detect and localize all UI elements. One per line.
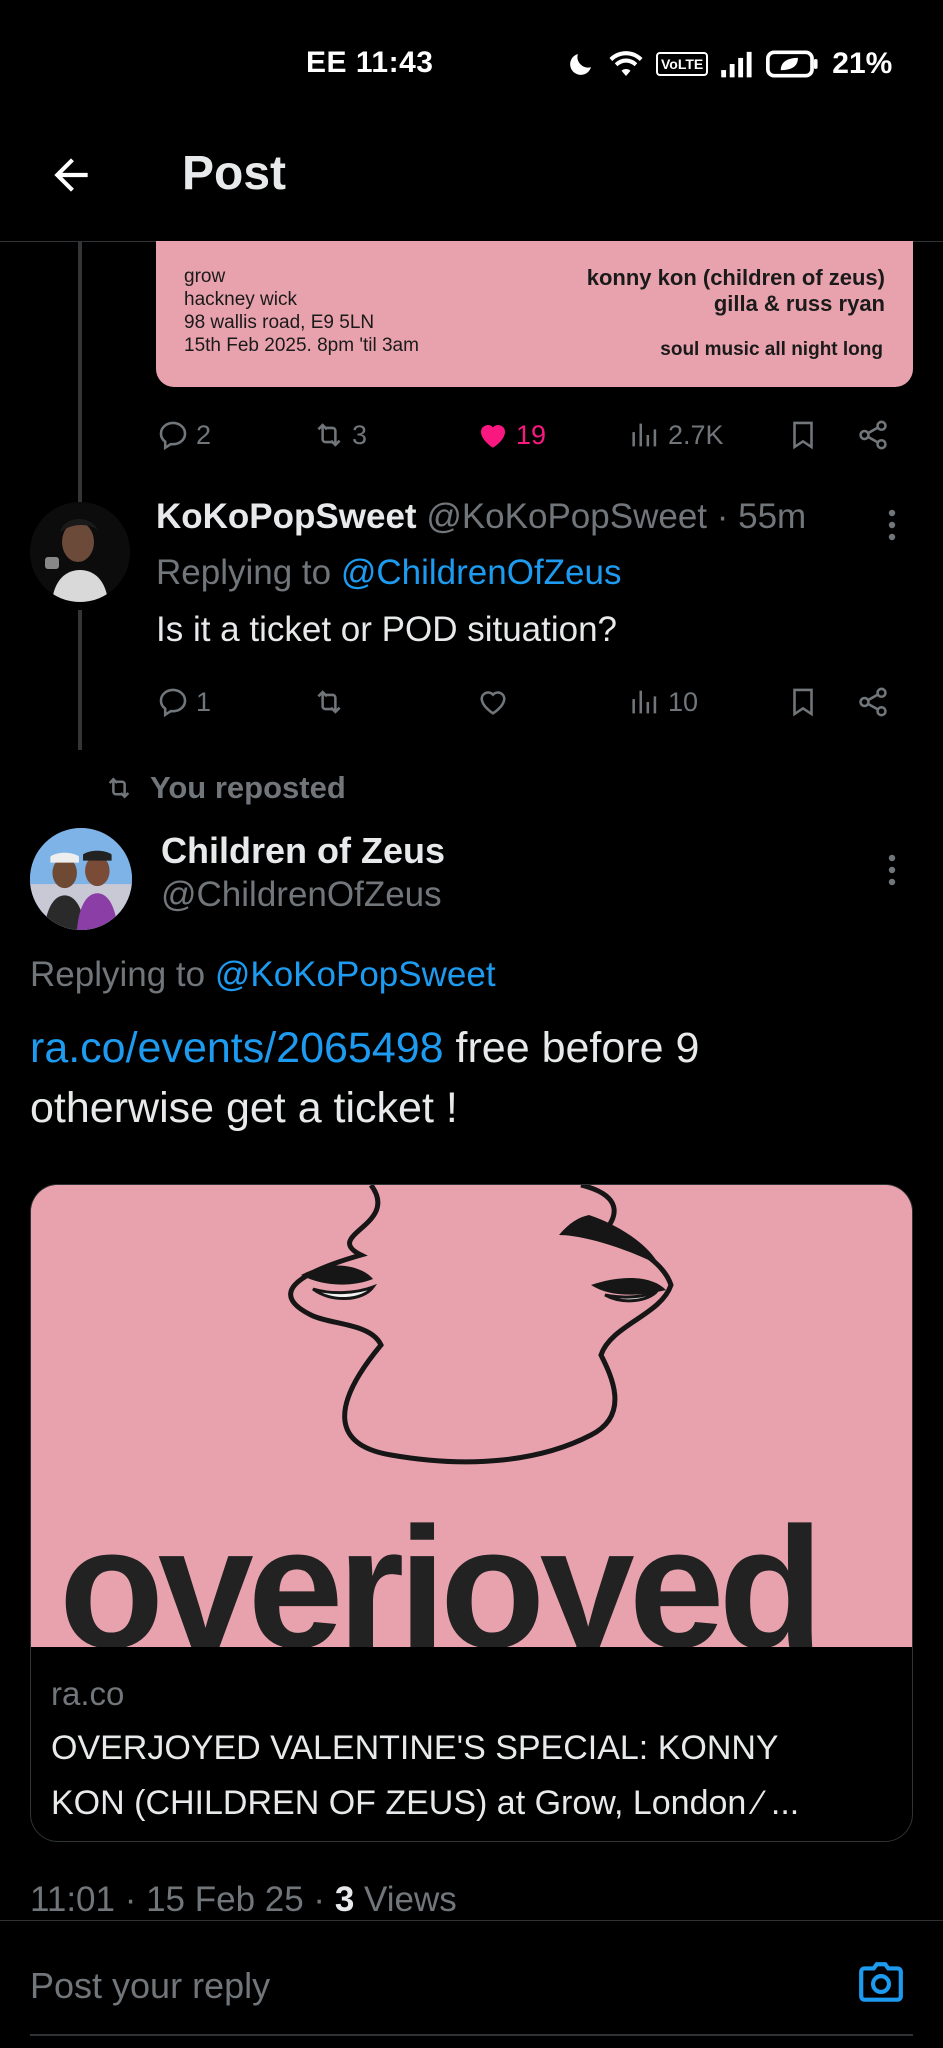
mention-link[interactable]: @ChildrenOfZeus [341, 553, 622, 592]
reply-button[interactable]: 1 [156, 685, 211, 719]
bookmark-icon [786, 418, 820, 452]
reply-button[interactable]: 2 [156, 418, 211, 452]
mention-link[interactable]: @KoKoPopSweet [215, 955, 496, 994]
share-button[interactable] [856, 685, 890, 719]
card-image: overjoyed [31, 1185, 912, 1647]
link-preview-card[interactable]: overjoyed ra.co OVERJOYED VALENTINE'S SP… [30, 1184, 913, 1842]
back-arrow-icon[interactable] [46, 150, 96, 200]
poster-artists: konny kon (children of zeus) gilla & rus… [586, 265, 885, 316]
share-icon [856, 418, 890, 452]
moon-icon [566, 49, 596, 79]
reply-icon [156, 418, 190, 452]
battery-percent: 21% [832, 47, 893, 80]
bookmark-button[interactable] [786, 685, 820, 719]
repost-button[interactable] [312, 685, 346, 719]
handle[interactable]: @ChildrenOfZeus [161, 875, 442, 915]
display-name[interactable]: Children of Zeus [161, 830, 445, 872]
reply-icon [156, 685, 190, 719]
share-icon [856, 685, 890, 719]
views-icon [628, 685, 662, 719]
like-button[interactable]: 19 [476, 418, 546, 452]
replying-to: Replying to @KoKoPopSweet [30, 955, 496, 994]
card-title: OVERJOYED VALENTINE'S SPECIAL: KONNY KON… [51, 1729, 800, 1822]
clock: 11:43 [355, 46, 434, 79]
repost-button[interactable]: 3 [312, 418, 367, 452]
status-icons: VoLTE 21% [566, 46, 892, 82]
thread-connector [78, 242, 82, 504]
card-image-wordmark: overjoyed [59, 1492, 818, 1647]
bookmark-icon [786, 685, 820, 719]
more-options-icon[interactable] [882, 505, 902, 545]
reply-input[interactable]: Post your reply [30, 1965, 270, 2007]
event-poster-image[interactable]: grow hackney wick 98 wallis road, E9 5LN… [156, 241, 913, 387]
heart-filled-icon [476, 418, 510, 452]
handle-and-time: @KoKoPopSweet · 55m [426, 497, 807, 536]
event-link[interactable]: ra.co/events/2065498 [30, 1024, 444, 1072]
bookmark-button[interactable] [786, 418, 820, 452]
reply-author[interactable]: KoKoPopSweet @KoKoPopSweet · 55m [156, 497, 806, 537]
heart-icon [476, 685, 510, 719]
top-app-bar [0, 130, 943, 242]
wifi-icon [608, 49, 644, 79]
reply-text: Is it a ticket or POD situation? [156, 610, 618, 649]
more-options-icon[interactable] [882, 850, 902, 890]
repost-icon [104, 773, 134, 803]
camera-icon[interactable] [856, 1958, 906, 2008]
avatar[interactable] [30, 828, 132, 930]
carrier-label: EE [306, 46, 348, 79]
repost-indicator: You reposted [104, 770, 346, 806]
page-title: Post [182, 147, 287, 200]
status-carrier-time: EE 11:43 [306, 46, 433, 80]
views-button[interactable]: 2.7K [628, 418, 724, 452]
volte-badge: VoLTE [656, 52, 709, 76]
battery-saver-icon [766, 49, 820, 79]
display-name: KoKoPopSweet [156, 497, 417, 536]
signal-icon [720, 49, 754, 79]
post-text: ra.co/events/2065498 free before 9 other… [30, 1024, 700, 1132]
post-timestamp: 11:01 · 15 Feb 25 · 3 Views [30, 1880, 457, 1919]
post-action-bar: 2 3 19 2.7K [156, 411, 896, 459]
reply-input-underline [30, 2034, 913, 2036]
reply-action-bar: 1 10 [156, 678, 896, 726]
poster-venue-info: grow hackney wick 98 wallis road, E9 5LN… [184, 266, 419, 356]
share-button[interactable] [856, 418, 890, 452]
views-button[interactable]: 10 [628, 685, 698, 719]
card-domain: ra.co [51, 1675, 125, 1712]
like-button[interactable] [476, 685, 510, 719]
thread-connector [78, 610, 82, 750]
views-count: 3 [334, 1880, 355, 1919]
repost-icon [312, 685, 346, 719]
repost-icon [312, 418, 346, 452]
avatar[interactable] [30, 502, 130, 602]
poster-tagline: soul music all night long [660, 339, 883, 360]
views-icon [628, 418, 662, 452]
replying-to: Replying to @ChildrenOfZeus [156, 553, 622, 592]
